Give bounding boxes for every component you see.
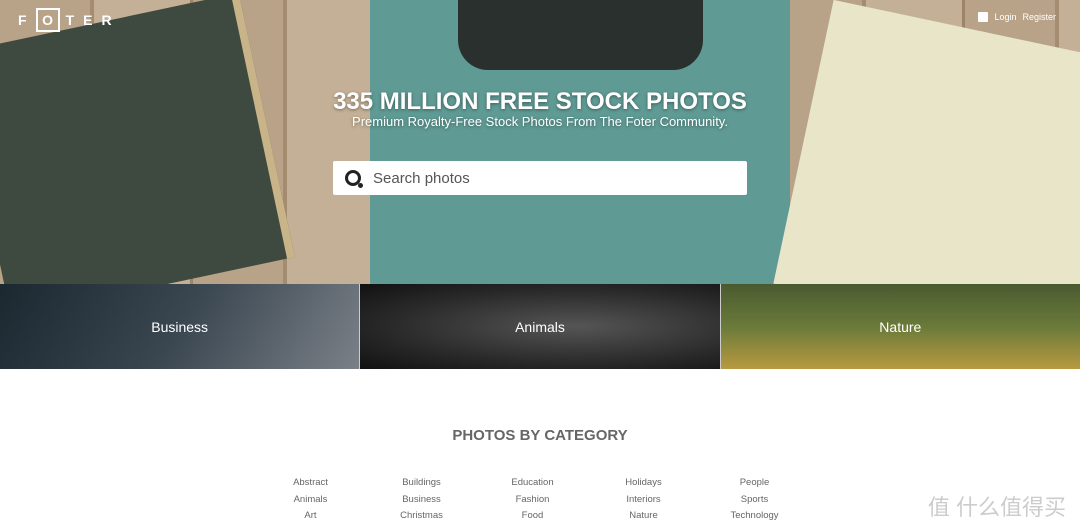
foter-logo[interactable]: F O TER <box>18 8 121 32</box>
category-link[interactable]: People <box>699 477 810 490</box>
category-link[interactable]: Business <box>366 494 477 507</box>
hero-title: 335 MILLION FREE STOCK PHOTOS <box>333 88 747 115</box>
category-link[interactable]: Interiors <box>588 494 699 507</box>
category-link[interactable]: Holidays <box>588 477 699 490</box>
category-link[interactable]: Education <box>477 477 588 490</box>
tile-label: Animals <box>515 318 565 335</box>
tile-nature[interactable]: Nature <box>720 284 1080 369</box>
login-link[interactable]: Login <box>994 12 1016 22</box>
section-title: PHOTOS BY CATEGORY <box>452 427 628 444</box>
category-link[interactable]: Technology <box>699 510 810 523</box>
hero-image-typewriter <box>370 0 790 284</box>
category-link[interactable]: Buildings <box>366 477 477 490</box>
search-bar <box>333 161 747 195</box>
hero-image-book <box>0 0 295 284</box>
tile-label: Nature <box>879 318 922 335</box>
category-link[interactable]: Food <box>477 510 588 523</box>
hero-subtitle: Premium Royalty-Free Stock Photos From T… <box>352 114 728 129</box>
category-link[interactable]: Sports <box>699 494 810 507</box>
featured-categories: Business Animals Nature <box>0 284 1080 369</box>
category-grid: Abstract Buildings Education Holidays People… <box>255 477 810 523</box>
tile-label: Business <box>151 318 209 335</box>
category-link[interactable]: Animals <box>255 494 366 507</box>
search-input[interactable] <box>373 169 747 187</box>
watermark: 值 什么值得买 <box>927 495 1066 520</box>
category-link[interactable]: Nature <box>588 510 699 523</box>
search-icon[interactable] <box>345 170 363 188</box>
user-icon <box>978 12 989 22</box>
category-link[interactable]: Fashion <box>477 494 588 507</box>
hero-image-paper <box>773 0 1080 284</box>
hero-banner: F O TER Login Register 335 MILLION FREE ST… <box>0 0 1080 284</box>
register-link[interactable]: Register <box>1022 12 1056 22</box>
tile-business[interactable]: Business <box>0 284 361 369</box>
category-link[interactable]: Christmas <box>366 510 477 523</box>
auth-links: Login Register <box>978 12 1056 22</box>
category-link[interactable]: Abstract <box>255 477 366 490</box>
tile-animals[interactable]: Animals <box>360 284 721 369</box>
category-link[interactable]: Art <box>255 510 366 523</box>
